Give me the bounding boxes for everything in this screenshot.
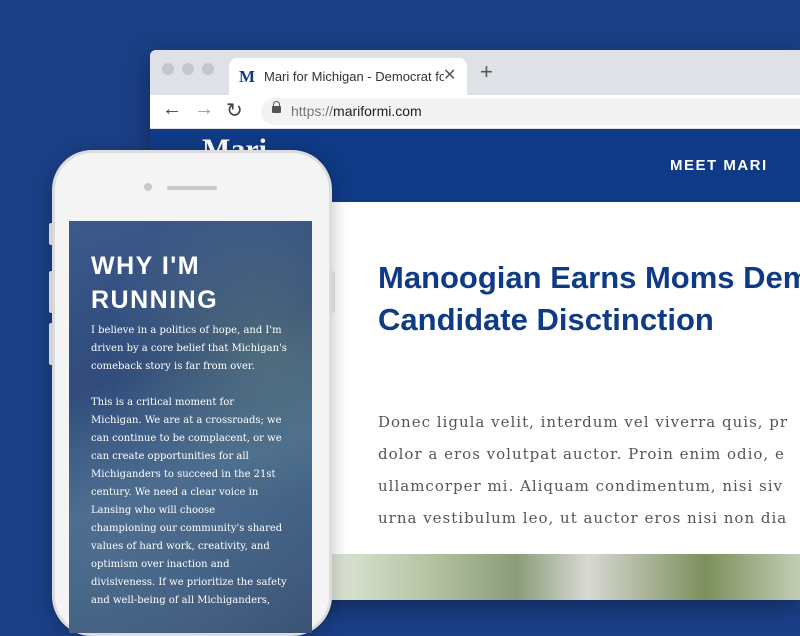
url-text: https://mariformi.com <box>291 103 422 119</box>
favicon: M <box>239 67 256 86</box>
window-control-close[interactable] <box>162 63 174 75</box>
forward-icon[interactable]: → <box>194 98 214 121</box>
back-icon[interactable]: ← <box>162 98 182 121</box>
lock-icon <box>272 101 281 113</box>
article-text: urna vestibulum leo, ut auctor eros nisi… <box>378 509 788 527</box>
tab-title: Mari for Michigan - Democrat for <box>264 69 444 84</box>
volume-down-button <box>49 323 53 365</box>
power-button <box>331 271 335 313</box>
article-text: Donec ligula velit, interdum vel viverra… <box>378 413 789 431</box>
hero-image <box>328 554 800 600</box>
mute-switch <box>49 223 53 245</box>
reload-icon[interactable]: ↻ <box>226 98 243 123</box>
speaker-grill <box>167 186 217 190</box>
why-running-text: I believe in a politics of hope, and I'm… <box>91 325 287 606</box>
phone-mockup: WHY I'M RUNNING I believe in a politics … <box>49 150 335 636</box>
article-text: dolor a eros volutpat auctor. Proin enim… <box>378 445 785 463</box>
tab-bar: M Mari for Michigan - Democrat for ✕ + <box>150 50 800 95</box>
window-control-maximize[interactable] <box>202 63 214 75</box>
browser-toolbar: ← → ↻ https://mariformi.com <box>150 95 800 129</box>
article-text: ullamcorper mi. Aliquam condimentum, nis… <box>378 477 784 495</box>
address-bar[interactable]: https://mariformi.com <box>261 98 800 125</box>
article-title[interactable]: Manoogian Earns Moms Dema Candidate Disc… <box>378 257 800 341</box>
nav-link-meet-mari[interactable]: MEET MARI <box>670 157 768 174</box>
close-icon[interactable]: ✕ <box>443 65 456 85</box>
window-control-minimize[interactable] <box>182 63 194 75</box>
browser-tab[interactable]: M Mari for Michigan - Democrat for ✕ <box>229 58 467 95</box>
volume-up-button <box>49 271 53 313</box>
phone-screen: WHY I'M RUNNING I believe in a politics … <box>69 221 312 633</box>
new-tab-icon[interactable]: + <box>480 59 493 85</box>
why-running-heading: WHY I'M RUNNING <box>91 252 219 314</box>
camera-icon <box>144 183 152 191</box>
